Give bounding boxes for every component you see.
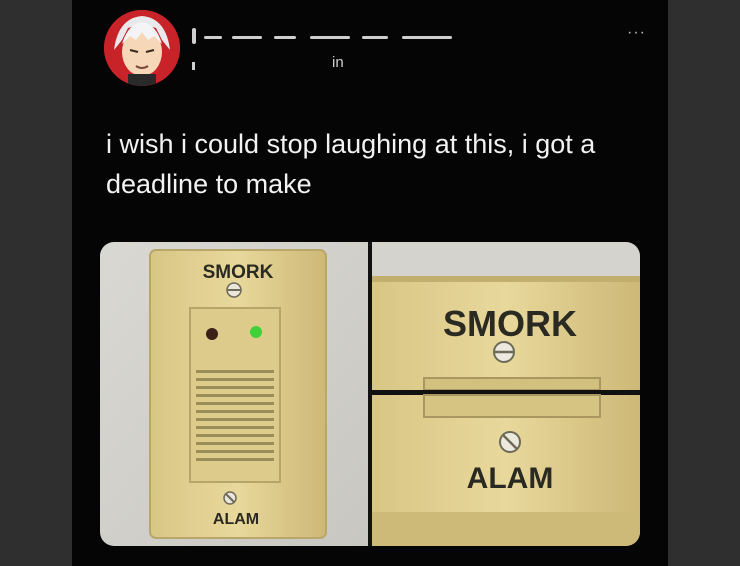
top-right-photo-panel: SMORK	[372, 242, 640, 391]
display-name-redacted	[192, 26, 462, 46]
anime-avatar-icon	[104, 10, 180, 86]
tweet-text: i wish i could stop laughing at this, i …	[106, 129, 596, 199]
handle-redacted: in	[192, 52, 452, 76]
green-led	[250, 326, 262, 338]
left-photo-panel: SMORK ALAM	[100, 242, 368, 546]
handle-fragment: in	[332, 54, 344, 71]
more-dots-icon[interactable]: ···	[627, 24, 646, 42]
right-margin	[668, 0, 740, 566]
tweet-card: in ··· i wish i could stop laughing at t…	[72, 0, 668, 566]
top-right-label: SMORK	[443, 303, 577, 344]
left-margin	[0, 0, 72, 566]
bottom-right-label: ALAM	[467, 462, 554, 495]
tweet-media[interactable]: SMORK ALAM SMORK ALAM	[100, 242, 640, 546]
left-top-label: SMORK	[203, 262, 274, 283]
bottom-right-photo-panel: ALAM	[372, 394, 640, 546]
alarm-photo-collage: SMORK ALAM SMORK ALAM	[100, 242, 640, 546]
left-bottom-label: ALAM	[213, 511, 259, 528]
avatar[interactable]	[104, 10, 180, 86]
